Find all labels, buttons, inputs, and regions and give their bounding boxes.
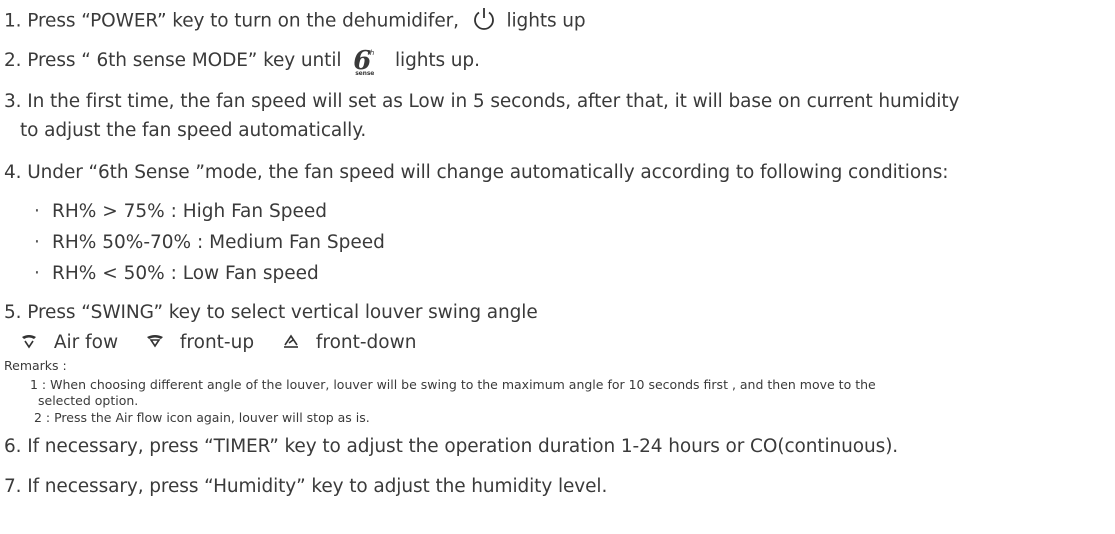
bullet-text: RH% > 75% : High Fan Speed xyxy=(52,201,327,222)
sixth-sense-sup: th xyxy=(367,49,375,57)
step-2: 2. Press “ 6th sense MODE” key until 6th… xyxy=(4,44,480,78)
bullet-dot: · xyxy=(34,263,40,284)
swing-options: Air fow front-up front-down xyxy=(20,332,438,354)
sixth-sense-sub: sense xyxy=(355,70,375,77)
remark-2: 2 : Press the Air flow icon again, louve… xyxy=(34,410,370,425)
swing-label-airflow: Air fow xyxy=(53,332,119,353)
remarks-title: Remarks : xyxy=(4,358,67,373)
bullet-dot: · xyxy=(34,201,40,222)
bullet-item-3: · RH% < 50% : Low Fan speed xyxy=(34,263,319,284)
remark-1-line-2: selected option. xyxy=(38,393,139,408)
step-1: 1. Press “POWER” key to turn on the dehu… xyxy=(4,6,586,37)
bullet-text: RH% < 50% : Low Fan speed xyxy=(52,263,319,284)
bullet-dot: · xyxy=(34,232,40,253)
swing-label-front-down: front-down xyxy=(315,332,417,353)
remark-1-line-1: 1 : When choosing different angle of the… xyxy=(30,377,876,392)
step-5: 5. Press “SWING” key to select vertical … xyxy=(4,302,538,323)
front-down-icon xyxy=(282,333,300,354)
bullet-item-2: · RH% 50%-70% : Medium Fan Speed xyxy=(34,232,385,253)
step-6: 6. If necessary, press “TIMER” key to ad… xyxy=(4,436,899,457)
front-up-icon xyxy=(146,333,164,354)
swing-label-front-up: front-up xyxy=(179,332,255,353)
step-1-suffix: lights up xyxy=(506,10,586,32)
bullet-text: RH% 50%-70% : Medium Fan Speed xyxy=(52,232,385,253)
step-3-line-2: to adjust the fan speed automatically. xyxy=(20,120,367,141)
sixth-sense-icon: 6th sense xyxy=(353,44,383,78)
step-2-text: 2. Press “ 6th sense MODE” key until xyxy=(4,50,342,71)
step-4: 4. Under “6th Sense ”mode, the fan speed… xyxy=(4,162,949,183)
bullet-item-1: · RH% > 75% : High Fan Speed xyxy=(34,201,327,222)
step-7: 7. If necessary, press “Humidity” key to… xyxy=(4,476,608,497)
airflow-swing-icon xyxy=(20,333,38,354)
step-1-text: 1. Press “POWER” key to turn on the dehu… xyxy=(4,10,459,32)
step-3-line-1: 3. In the first time, the fan speed will… xyxy=(4,91,960,112)
step-2-suffix: lights up. xyxy=(394,50,480,71)
power-icon xyxy=(471,6,497,37)
